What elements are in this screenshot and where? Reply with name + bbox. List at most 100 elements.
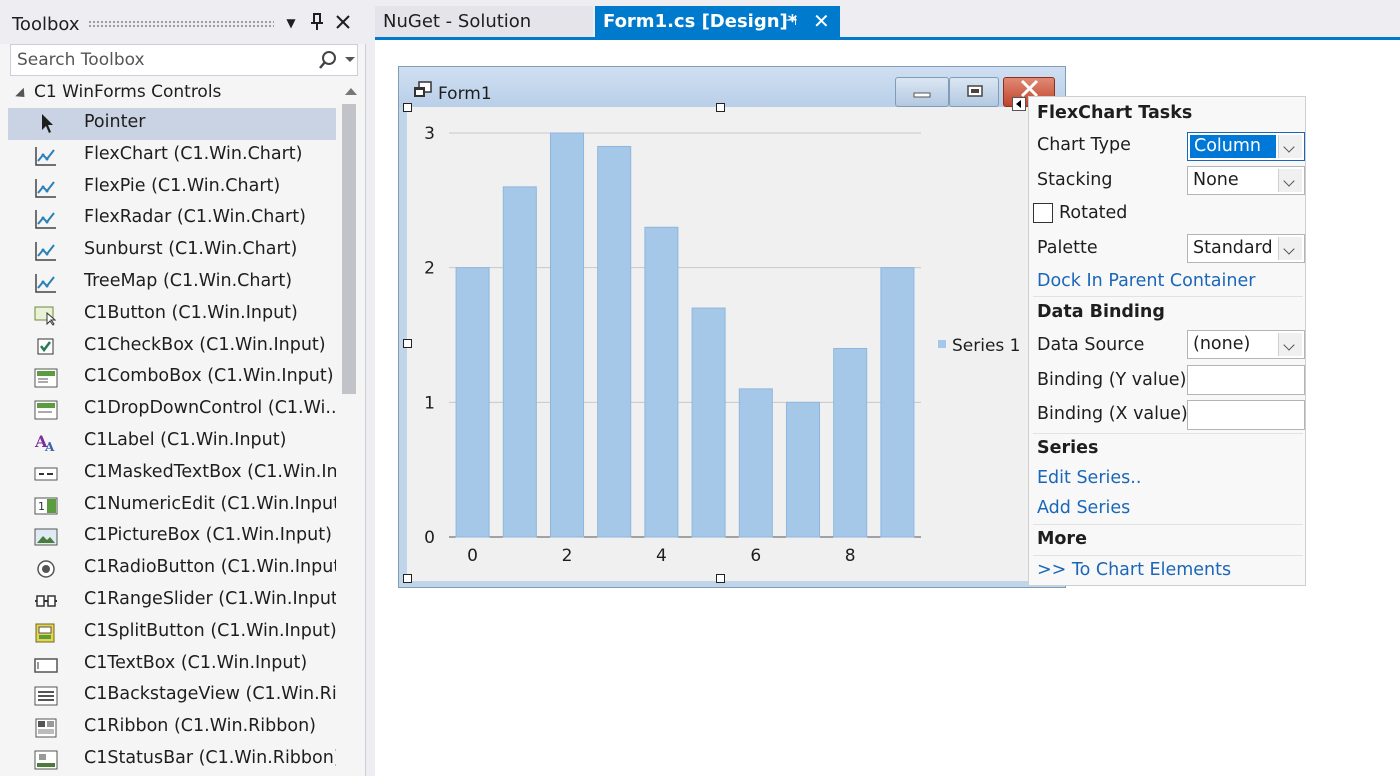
resize-handle-top[interactable] xyxy=(716,103,725,112)
toolbox-item-label: C1ComboBox (C1.Win.Input) xyxy=(84,366,334,387)
legend-label: Series 1 xyxy=(952,336,1021,356)
scrollbar-thumb[interactable] xyxy=(342,104,356,394)
palette-dropdown[interactable]: Standard xyxy=(1187,234,1305,263)
separator xyxy=(1033,433,1303,434)
picturebox-icon xyxy=(34,526,58,548)
toolbox-scrollbar[interactable] xyxy=(342,84,358,776)
pin-icon[interactable] xyxy=(306,12,328,36)
toolbox-item-label: Pointer xyxy=(84,112,146,132)
resize-handle-bottom-left[interactable] xyxy=(403,574,412,583)
chart-bar xyxy=(880,267,915,538)
x-tick-label: 4 xyxy=(656,546,667,566)
toolbox-item[interactable]: FlexPie (C1.Win.Chart) xyxy=(8,172,336,204)
palette-value: Standard xyxy=(1193,238,1273,258)
stacking-dropdown[interactable]: None xyxy=(1187,166,1305,195)
toolbox-item[interactable]: C1RadioButton (C1.Win.Input) xyxy=(8,553,336,585)
chevron-down-icon[interactable] xyxy=(1278,135,1302,158)
svg-text:1: 1 xyxy=(38,500,45,513)
combobox-icon xyxy=(34,367,58,389)
chart-icon xyxy=(34,272,58,294)
series-heading: Series xyxy=(1037,438,1099,458)
smart-tag-arrow-icon[interactable] xyxy=(1012,97,1026,111)
toolbox-item-label: C1TextBox (C1.Win.Input) xyxy=(84,652,308,673)
rotated-checkbox[interactable] xyxy=(1033,203,1053,223)
add-series-link[interactable]: Add Series xyxy=(1037,498,1130,518)
statusbar-icon xyxy=(34,749,58,771)
radiobutton-icon xyxy=(34,558,58,580)
binding-x-input[interactable] xyxy=(1187,400,1305,430)
toolbox-item[interactable]: Pointer xyxy=(8,108,336,140)
tab-form1-design[interactable]: Form1.cs [Design]* ⊣ ✕ xyxy=(595,6,840,38)
close-tab-icon[interactable]: ✕ xyxy=(813,9,830,33)
form-titlebar[interactable]: Form1 xyxy=(399,67,1065,107)
tasks-title: FlexChart Tasks xyxy=(1037,103,1193,123)
chart-type-dropdown[interactable]: Column xyxy=(1187,132,1305,161)
form-window[interactable]: Form1 0 1 2 3 0 2 4 6 8 Series 1 xyxy=(398,66,1066,588)
toolbox-item-label: C1Ribbon (C1.Win.Ribbon) xyxy=(84,716,316,737)
toolbox-panel: Toolbox ▼ C1 WinForms Controls Pointer Fl… xyxy=(0,0,366,776)
dock-in-parent-link[interactable]: Dock In Parent Container xyxy=(1037,271,1255,291)
toolbox-item[interactable]: 1 C1NumericEdit (C1.Win.Input) xyxy=(8,490,336,522)
chart-icon xyxy=(34,240,58,262)
minimize-button[interactable] xyxy=(895,77,949,107)
x-tick-label: 8 xyxy=(845,546,856,566)
toolbox-item[interactable]: Sunburst (C1.Win.Chart) xyxy=(8,235,336,267)
to-chart-elements-link[interactable]: >> To Chart Elements xyxy=(1037,560,1231,580)
resize-handle-top-left[interactable] xyxy=(403,103,412,112)
maximize-button[interactable] xyxy=(949,77,999,107)
toolbox-drag-grip[interactable] xyxy=(88,20,274,28)
resize-handle-left[interactable] xyxy=(403,339,412,348)
toolbox-item-label: FlexPie (C1.Win.Chart) xyxy=(84,175,281,196)
maskedtextbox-icon xyxy=(34,463,58,485)
tab-nuget-solution[interactable]: NuGet - Solution xyxy=(375,6,593,38)
search-icon[interactable] xyxy=(317,49,339,71)
chevron-down-icon[interactable] xyxy=(1278,169,1302,192)
toolbox-item[interactable]: C1Ribbon (C1.Win.Ribbon) xyxy=(8,712,336,744)
toolbox-item-label: C1NumericEdit (C1.Win.Input) xyxy=(84,493,336,514)
search-options-dropdown-icon[interactable] xyxy=(345,57,355,62)
toolbox-item-label: C1Button (C1.Win.Input) xyxy=(84,302,298,323)
toolbox-item[interactable]: C1TextBox (C1.Win.Input) xyxy=(8,649,336,681)
search-input[interactable] xyxy=(17,49,307,71)
toolbox-item-label: C1RangeSlider (C1.Win.Input) xyxy=(84,589,336,609)
toolbox-item[interactable]: C1SplitButton (C1.Win.Input) xyxy=(8,617,336,649)
legend-swatch xyxy=(938,340,946,348)
chevron-down-icon[interactable] xyxy=(1278,237,1302,260)
toolbox-item[interactable]: C1BackstageView (C1.Win.Ri... xyxy=(8,680,336,712)
toolbox-item[interactable]: C1RangeSlider (C1.Win.Input) xyxy=(8,585,336,617)
toolbox-item[interactable]: C1Button (C1.Win.Input) xyxy=(8,299,336,331)
binding-y-label: Binding (Y value) xyxy=(1037,370,1187,390)
toolbox-item[interactable]: FlexChart (C1.Win.Chart) xyxy=(8,140,336,172)
resize-handle-bottom[interactable] xyxy=(716,574,725,583)
toolbox-menu-dropdown-icon[interactable]: ▼ xyxy=(280,16,302,40)
toolbox-item[interactable]: C1DropDownControl (C1.Wi... xyxy=(8,394,336,426)
flexchart-tasks-panel: FlexChart Tasks Chart Type Column Stacki… xyxy=(1028,96,1306,586)
toolbox-item[interactable]: C1CheckBox (C1.Win.Input) xyxy=(8,331,336,363)
data-binding-heading: Data Binding xyxy=(1037,302,1165,322)
data-source-dropdown[interactable]: (none) xyxy=(1187,330,1305,359)
tab-label: Form1.cs [Design]* xyxy=(603,11,798,32)
binding-y-input[interactable] xyxy=(1187,365,1305,395)
toolbox-item[interactable]: C1MaskedTextBox (C1.Win.In... xyxy=(8,458,336,490)
close-icon[interactable] xyxy=(332,12,354,36)
toolbox-item[interactable]: C1StatusBar (C1.Win.Ribbon) xyxy=(8,744,336,776)
expand-arrow-icon[interactable] xyxy=(15,87,29,102)
toolbox-item[interactable]: TreeMap (C1.Win.Chart) xyxy=(8,267,336,299)
separator xyxy=(1033,296,1303,297)
form-client-area: 0 1 2 3 0 2 4 6 8 Series 1 xyxy=(407,107,1057,581)
toolbox-item-label: FlexChart (C1.Win.Chart) xyxy=(84,143,303,164)
toolbox-item[interactable]: C1PictureBox (C1.Win.Input) xyxy=(8,521,336,553)
edit-series-link[interactable]: Edit Series.. xyxy=(1037,468,1141,488)
toolbox-item[interactable]: C1ComboBox (C1.Win.Input) xyxy=(8,362,336,394)
scroll-up-icon[interactable] xyxy=(345,88,357,95)
toolbox-item-list: Pointer FlexChart (C1.Win.Chart) FlexPie (… xyxy=(8,108,336,776)
toolbox-item[interactable]: A A C1Label (C1.Win.Input) xyxy=(8,426,336,458)
pin-tab-icon[interactable]: ⊣ xyxy=(785,13,797,29)
chart-bar xyxy=(691,307,726,538)
toolbox-search-box xyxy=(10,44,358,76)
flexchart[interactable]: 0 1 2 3 0 2 4 6 8 Series 1 xyxy=(407,107,1027,581)
toolbox-item-label: C1BackstageView (C1.Win.Ri... xyxy=(84,684,336,705)
chart-bar xyxy=(455,267,490,538)
toolbox-item[interactable]: FlexRadar (C1.Win.Chart) xyxy=(8,203,336,235)
chevron-down-icon[interactable] xyxy=(1278,333,1302,356)
